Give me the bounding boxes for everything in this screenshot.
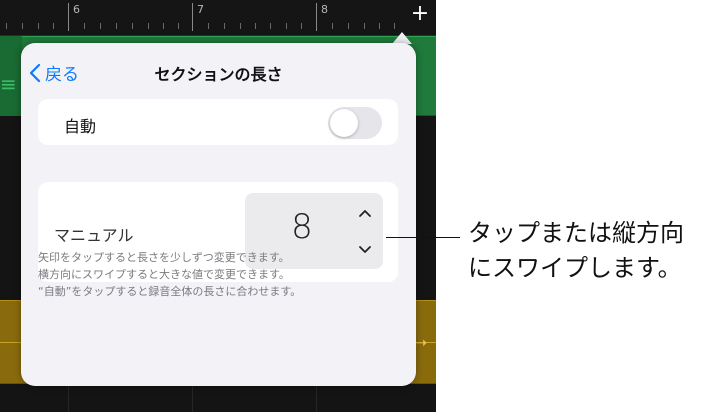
auto-label: 自動	[64, 117, 97, 136]
ruler-tick	[255, 23, 256, 29]
ruler-tick	[348, 23, 349, 29]
ruler-bar-line	[68, 3, 69, 31]
add-section-button[interactable]: +	[409, 3, 431, 26]
callout-line-2: にスワイプします。	[468, 254, 682, 282]
ruler-tick	[379, 23, 380, 29]
region-loop-icon: ≡	[0, 72, 17, 96]
footnote-line: 横方向にスワイプすると大きな値で変更できます。	[38, 268, 290, 281]
ruler-tick	[270, 23, 271, 29]
callout-text: タップまたは縦方向 にスワイプします。	[468, 216, 708, 286]
ruler-tick	[286, 23, 287, 29]
bar-number-8: 8	[321, 3, 328, 16]
ruler-tick	[53, 23, 54, 29]
section-length-popover: 戻る セクションの長さ 自動 マニュアル 8	[21, 43, 416, 386]
timeline-ruler[interactable]: 6 7 8 +	[0, 0, 436, 36]
auto-toggle[interactable]	[328, 107, 382, 139]
stepper-value: 8	[291, 207, 313, 247]
ruler-tick	[208, 23, 209, 29]
auto-row: 自動	[38, 99, 398, 145]
toggle-knob	[330, 109, 358, 137]
ruler-tick	[332, 23, 333, 29]
ruler-tick	[148, 23, 149, 29]
bar-number-6: 6	[73, 3, 80, 16]
ruler-tick	[84, 23, 85, 29]
popover-title: セクションの長さ	[154, 65, 283, 84]
ruler-tick	[22, 23, 23, 29]
bar-number-7: 7	[197, 3, 204, 16]
ruler-tick	[301, 23, 302, 29]
ruler-tick	[116, 23, 117, 29]
footnote-line: “自動”をタップすると録音全体の長さに合わせます。	[38, 285, 302, 298]
footnote-line: 矢印をタップすると長さを少しずつ変更できます。	[38, 251, 290, 264]
manual-label: マニュアル	[54, 226, 134, 245]
callout-leader-line	[386, 237, 460, 238]
ruler-tick	[38, 23, 39, 29]
ruler-tick	[100, 23, 101, 29]
callout-line-1: タップまたは縦方向	[468, 219, 684, 247]
help-footnote: 矢印をタップすると長さを少しずつ変更できます。 横方向にスワイプすると大きな値で…	[38, 249, 378, 300]
ruler-tick	[240, 23, 241, 29]
ruler-tick	[178, 23, 179, 29]
arrow-right-icon: ➝	[414, 333, 428, 352]
ruler-bar-line	[192, 3, 193, 31]
ruler-tick	[6, 23, 7, 29]
ruler-tick	[364, 23, 365, 29]
ruler-tick	[163, 23, 164, 29]
ruler-bar-line	[316, 3, 317, 31]
chevron-up-icon[interactable]	[353, 203, 377, 223]
ruler-tick	[224, 23, 225, 29]
popover-nav-bar: 戻る セクションの長さ	[21, 43, 416, 99]
ruler-tick	[394, 23, 395, 29]
ruler-tick	[132, 23, 133, 29]
